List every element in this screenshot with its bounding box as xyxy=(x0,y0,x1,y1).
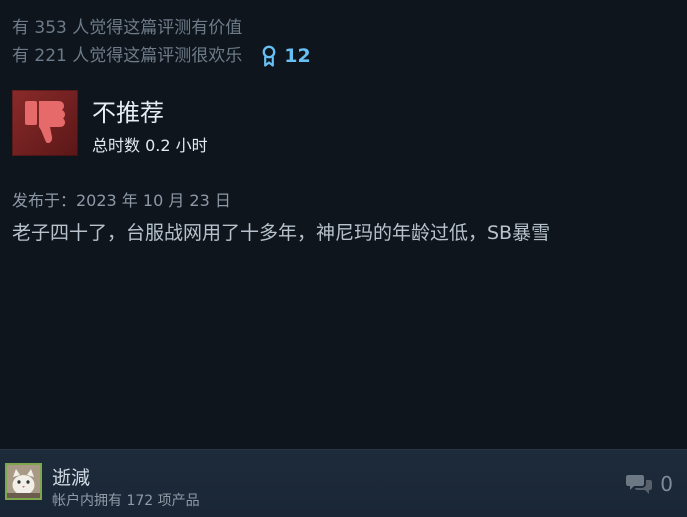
helpful-row: 有 353 人觉得这篇评测有价值 xyxy=(12,14,311,42)
helpful-section: 有 353 人觉得这篇评测有价值 有 221 人觉得这篇评测很欢乐 12 xyxy=(12,14,311,70)
thumbs-down-icon xyxy=(25,101,65,143)
verdict-text-group: 不推荐 总时数 0.2 小时 xyxy=(92,90,208,156)
author-footer: 逝減 帐户内拥有 172 项产品 0 xyxy=(0,449,687,517)
products-owned[interactable]: 帐户内拥有 172 项产品 xyxy=(52,490,200,510)
author-name[interactable]: 逝減 xyxy=(52,463,90,490)
cat-avatar-image xyxy=(7,465,40,498)
verdict-title: 不推荐 xyxy=(92,99,164,127)
award-ribbon-icon xyxy=(262,45,276,67)
award-badge[interactable]: 12 xyxy=(260,42,311,70)
review-verdict[interactable]: 不推荐 总时数 0.2 小时 xyxy=(12,90,208,156)
funny-text: 有 221 人觉得这篇评测很欢乐 xyxy=(12,46,243,66)
funny-row: 有 221 人觉得这篇评测很欢乐 12 xyxy=(12,42,311,70)
playtime: 总时数 0.2 小时 xyxy=(92,136,208,155)
comment-button[interactable]: 0 xyxy=(626,472,673,496)
avatar[interactable] xyxy=(5,463,42,500)
comment-bubbles-icon xyxy=(626,475,653,494)
posted-date: 发布于：2023 年 10 月 23 日 xyxy=(12,191,231,210)
comment-count: 0 xyxy=(660,472,673,496)
thumbs-down-box xyxy=(12,90,78,156)
helpful-text: 有 353 人觉得这篇评测有价值 xyxy=(12,18,243,38)
review-body: 老子四十了，台服战网用了十多年，神尼玛的年龄过低，SB暴雪 xyxy=(12,222,551,244)
award-count: 12 xyxy=(284,45,311,67)
